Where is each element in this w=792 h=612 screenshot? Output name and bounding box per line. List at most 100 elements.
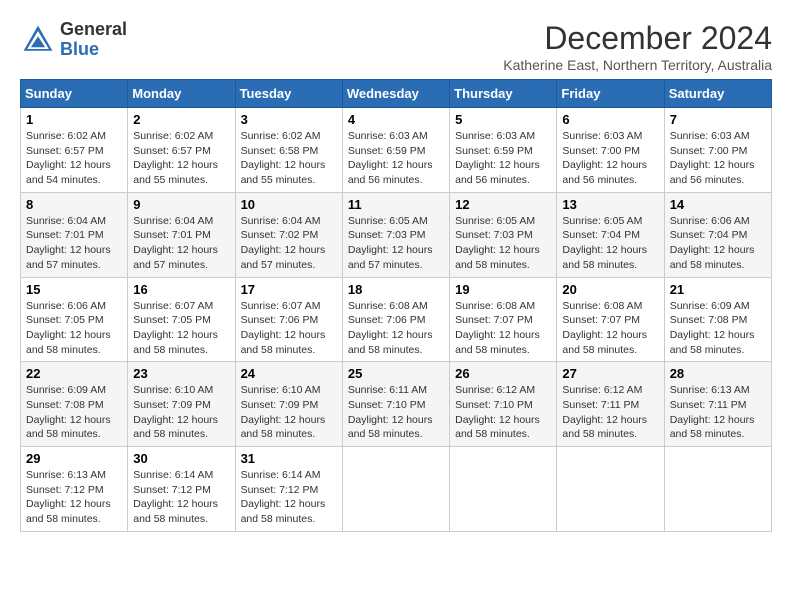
day-cell: 18 Sunrise: 6:08 AMSunset: 7:06 PMDaylig… [342,277,449,362]
day-cell [664,447,771,532]
day-cell: 12 Sunrise: 6:05 AMSunset: 7:03 PMDaylig… [450,192,557,277]
day-info: Sunrise: 6:03 AMSunset: 7:00 PMDaylight:… [670,130,755,186]
day-number: 23 [133,366,229,381]
day-cell: 21 Sunrise: 6:09 AMSunset: 7:08 PMDaylig… [664,277,771,362]
day-number: 28 [670,366,766,381]
day-info: Sunrise: 6:13 AMSunset: 7:12 PMDaylight:… [26,469,111,525]
day-info: Sunrise: 6:09 AMSunset: 7:08 PMDaylight:… [670,300,755,356]
day-info: Sunrise: 6:05 AMSunset: 7:03 PMDaylight:… [348,215,433,271]
week-row-4: 22 Sunrise: 6:09 AMSunset: 7:08 PMDaylig… [21,362,772,447]
day-info: Sunrise: 6:04 AMSunset: 7:02 PMDaylight:… [241,215,326,271]
day-info: Sunrise: 6:11 AMSunset: 7:10 PMDaylight:… [348,384,433,440]
day-cell [450,447,557,532]
weekday-header-monday: Monday [128,80,235,108]
week-row-2: 8 Sunrise: 6:04 AMSunset: 7:01 PMDayligh… [21,192,772,277]
day-cell: 1 Sunrise: 6:02 AMSunset: 6:57 PMDayligh… [21,108,128,193]
day-info: Sunrise: 6:06 AMSunset: 7:04 PMDaylight:… [670,215,755,271]
weekday-header-sunday: Sunday [21,80,128,108]
day-cell: 9 Sunrise: 6:04 AMSunset: 7:01 PMDayligh… [128,192,235,277]
day-number: 30 [133,451,229,466]
month-title: December 2024 [503,20,772,57]
title-area: December 2024 Katherine East, Northern T… [503,20,772,73]
weekday-header-friday: Friday [557,80,664,108]
day-cell: 16 Sunrise: 6:07 AMSunset: 7:05 PMDaylig… [128,277,235,362]
day-cell: 24 Sunrise: 6:10 AMSunset: 7:09 PMDaylig… [235,362,342,447]
day-info: Sunrise: 6:05 AMSunset: 7:03 PMDaylight:… [455,215,540,271]
day-cell: 3 Sunrise: 6:02 AMSunset: 6:58 PMDayligh… [235,108,342,193]
day-cell: 26 Sunrise: 6:12 AMSunset: 7:10 PMDaylig… [450,362,557,447]
week-row-1: 1 Sunrise: 6:02 AMSunset: 6:57 PMDayligh… [21,108,772,193]
day-number: 11 [348,197,444,212]
day-number: 9 [133,197,229,212]
day-cell: 15 Sunrise: 6:06 AMSunset: 7:05 PMDaylig… [21,277,128,362]
day-cell: 4 Sunrise: 6:03 AMSunset: 6:59 PMDayligh… [342,108,449,193]
day-info: Sunrise: 6:10 AMSunset: 7:09 PMDaylight:… [133,384,218,440]
day-cell [557,447,664,532]
location-text: Katherine East, Northern Territory, Aust… [503,57,772,73]
day-info: Sunrise: 6:05 AMSunset: 7:04 PMDaylight:… [562,215,647,271]
weekday-header-tuesday: Tuesday [235,80,342,108]
day-info: Sunrise: 6:04 AMSunset: 7:01 PMDaylight:… [26,215,111,271]
day-info: Sunrise: 6:03 AMSunset: 6:59 PMDaylight:… [348,130,433,186]
day-cell: 30 Sunrise: 6:14 AMSunset: 7:12 PMDaylig… [128,447,235,532]
day-cell: 20 Sunrise: 6:08 AMSunset: 7:07 PMDaylig… [557,277,664,362]
day-cell: 19 Sunrise: 6:08 AMSunset: 7:07 PMDaylig… [450,277,557,362]
day-info: Sunrise: 6:10 AMSunset: 7:09 PMDaylight:… [241,384,326,440]
day-info: Sunrise: 6:06 AMSunset: 7:05 PMDaylight:… [26,300,111,356]
weekday-header-wednesday: Wednesday [342,80,449,108]
day-number: 22 [26,366,122,381]
logo-general-text: General [60,19,127,39]
day-cell: 2 Sunrise: 6:02 AMSunset: 6:57 PMDayligh… [128,108,235,193]
day-number: 17 [241,282,337,297]
logo-blue-text: Blue [60,39,99,59]
day-cell [342,447,449,532]
day-info: Sunrise: 6:07 AMSunset: 7:05 PMDaylight:… [133,300,218,356]
day-cell: 29 Sunrise: 6:13 AMSunset: 7:12 PMDaylig… [21,447,128,532]
day-cell: 11 Sunrise: 6:05 AMSunset: 7:03 PMDaylig… [342,192,449,277]
calendar-table: SundayMondayTuesdayWednesdayThursdayFrid… [20,79,772,532]
day-number: 1 [26,112,122,127]
logo: General Blue [20,20,127,60]
day-number: 3 [241,112,337,127]
day-info: Sunrise: 6:09 AMSunset: 7:08 PMDaylight:… [26,384,111,440]
day-info: Sunrise: 6:02 AMSunset: 6:57 PMDaylight:… [26,130,111,186]
day-info: Sunrise: 6:03 AMSunset: 7:00 PMDaylight:… [562,130,647,186]
day-number: 14 [670,197,766,212]
day-number: 16 [133,282,229,297]
day-number: 7 [670,112,766,127]
day-number: 19 [455,282,551,297]
day-cell: 22 Sunrise: 6:09 AMSunset: 7:08 PMDaylig… [21,362,128,447]
day-number: 12 [455,197,551,212]
day-number: 13 [562,197,658,212]
day-info: Sunrise: 6:08 AMSunset: 7:06 PMDaylight:… [348,300,433,356]
day-cell: 14 Sunrise: 6:06 AMSunset: 7:04 PMDaylig… [664,192,771,277]
day-cell: 6 Sunrise: 6:03 AMSunset: 7:00 PMDayligh… [557,108,664,193]
weekday-header-row: SundayMondayTuesdayWednesdayThursdayFrid… [21,80,772,108]
day-cell: 7 Sunrise: 6:03 AMSunset: 7:00 PMDayligh… [664,108,771,193]
day-cell: 25 Sunrise: 6:11 AMSunset: 7:10 PMDaylig… [342,362,449,447]
day-info: Sunrise: 6:14 AMSunset: 7:12 PMDaylight:… [241,469,326,525]
day-info: Sunrise: 6:12 AMSunset: 7:11 PMDaylight:… [562,384,647,440]
day-info: Sunrise: 6:03 AMSunset: 6:59 PMDaylight:… [455,130,540,186]
day-number: 2 [133,112,229,127]
day-info: Sunrise: 6:02 AMSunset: 6:58 PMDaylight:… [241,130,326,186]
day-number: 15 [26,282,122,297]
weekday-header-thursday: Thursday [450,80,557,108]
day-info: Sunrise: 6:14 AMSunset: 7:12 PMDaylight:… [133,469,218,525]
day-number: 21 [670,282,766,297]
day-info: Sunrise: 6:02 AMSunset: 6:57 PMDaylight:… [133,130,218,186]
day-info: Sunrise: 6:12 AMSunset: 7:10 PMDaylight:… [455,384,540,440]
day-number: 29 [26,451,122,466]
day-cell: 17 Sunrise: 6:07 AMSunset: 7:06 PMDaylig… [235,277,342,362]
day-number: 5 [455,112,551,127]
day-number: 18 [348,282,444,297]
day-info: Sunrise: 6:07 AMSunset: 7:06 PMDaylight:… [241,300,326,356]
day-cell: 8 Sunrise: 6:04 AMSunset: 7:01 PMDayligh… [21,192,128,277]
day-number: 27 [562,366,658,381]
page-header: General Blue December 2024 Katherine Eas… [20,20,772,73]
day-cell: 23 Sunrise: 6:10 AMSunset: 7:09 PMDaylig… [128,362,235,447]
weekday-header-saturday: Saturday [664,80,771,108]
day-number: 10 [241,197,337,212]
day-number: 8 [26,197,122,212]
week-row-3: 15 Sunrise: 6:06 AMSunset: 7:05 PMDaylig… [21,277,772,362]
